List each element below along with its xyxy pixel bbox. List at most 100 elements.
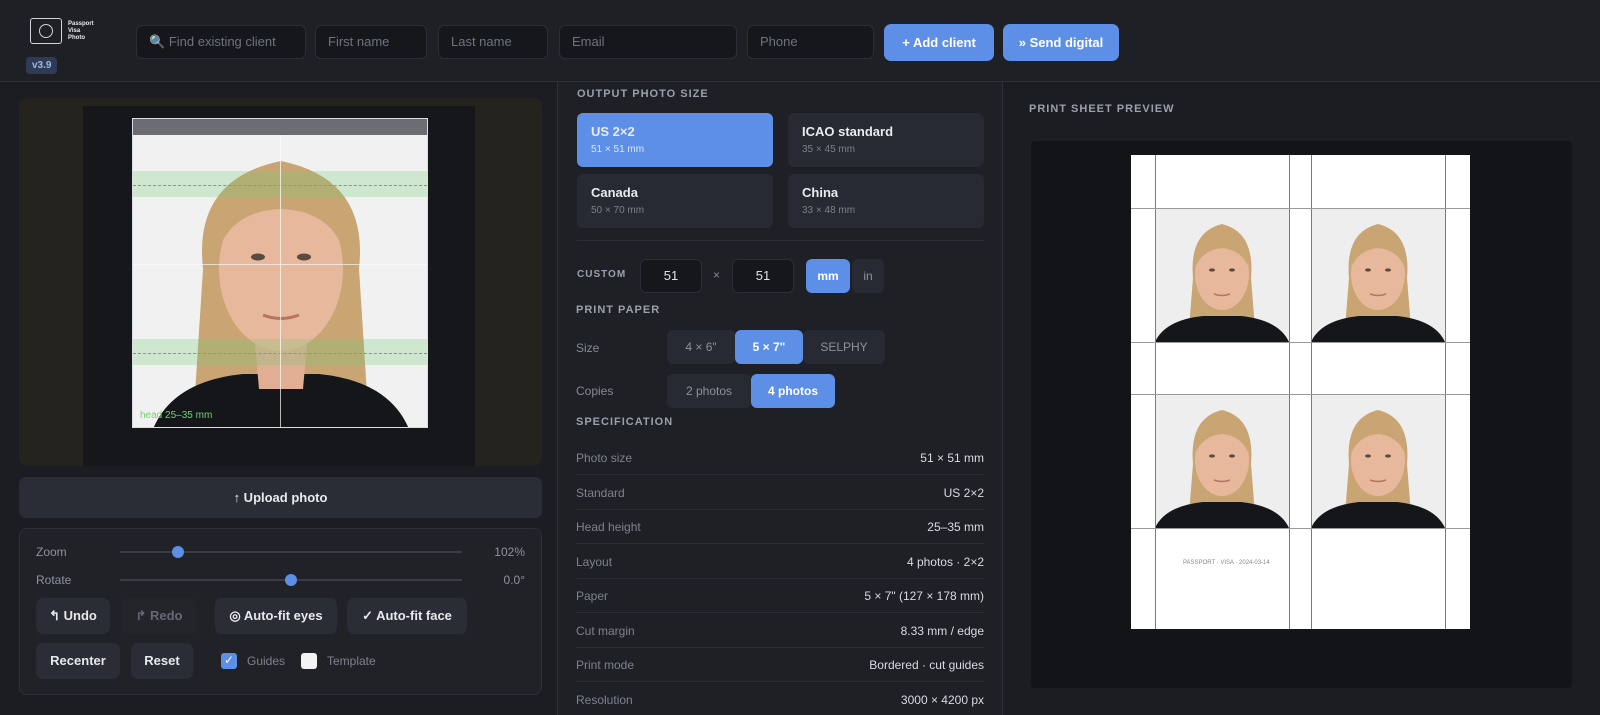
copies-2-photos[interactable]: 2 photos <box>667 374 751 408</box>
size-option-us-2x2[interactable]: US 2×2 51 × 51 mm <box>577 113 773 167</box>
spec-key: Head height <box>576 520 641 534</box>
size-option-china[interactable]: China 33 × 48 mm <box>788 174 984 228</box>
zoom-value: 102% <box>494 545 525 559</box>
zoom-label: Zoom <box>36 545 67 559</box>
spec-key: Layout <box>576 554 613 569</box>
cut-guide <box>1445 155 1446 629</box>
output-size-heading: OUTPUT PHOTO SIZE <box>577 88 709 100</box>
cut-guide <box>1311 155 1312 629</box>
add-client-button[interactable]: + Add client <box>884 24 994 61</box>
spec-row: Paper 5 × 7" (127 × 178 mm) <box>576 579 984 613</box>
unit-mm-toggle[interactable]: mm <box>806 259 850 293</box>
spec-key: Paper <box>576 589 609 603</box>
print-paper-heading: PRINT PAPER <box>576 304 661 316</box>
print-sheet: PASSPORT · VISA · 2024-03-14 <box>1131 155 1470 629</box>
copies-label: Copies <box>576 384 614 398</box>
eye-guide-horizontal <box>133 264 427 265</box>
sheet-photo-1 <box>1155 208 1289 342</box>
editor-controls: Zoom 102% Rotate 0.0° ↰ Undo ↱ Redo ◎ Au… <box>19 528 542 695</box>
guides-checkbox[interactable] <box>221 653 237 669</box>
search-icon: 🔍 <box>149 34 166 49</box>
sheet-photo-4 <box>1311 394 1445 528</box>
spec-row: Resolution 3000 × 4200 px <box>576 683 984 715</box>
rotate-value: 0.0° <box>503 573 525 587</box>
recenter-button[interactable]: Recenter <box>36 643 120 679</box>
center-guide-vertical <box>280 135 281 427</box>
print-preview-heading: PRINT SHEET PREVIEW <box>1029 103 1175 115</box>
auto-fit-eyes-button[interactable]: ◎ Auto-fit eyes <box>215 598 337 634</box>
crop-frame[interactable]: head 25–35 mm <box>132 118 428 428</box>
version-badge: v3.9 <box>26 57 58 74</box>
email-input[interactable]: Email <box>559 25 737 59</box>
spec-key: Print mode <box>576 658 635 672</box>
size-option-canada[interactable]: Canada 50 × 70 mm <box>577 174 773 228</box>
spec-key: Standard <box>576 485 625 500</box>
spec-value: US 2×2 <box>943 485 984 500</box>
spec-value: 8.33 mm / edge <box>900 623 984 638</box>
logo-line-3: Photo <box>68 34 85 41</box>
spec-value: Bordered · cut guides <box>869 658 984 672</box>
cut-guide <box>1131 394 1470 395</box>
rotate-slider[interactable] <box>120 574 462 586</box>
cut-guide <box>1289 155 1290 629</box>
cut-guide <box>1131 342 1470 343</box>
spec-key: Resolution <box>576 692 633 707</box>
auto-fit-face-button[interactable]: ✓ Auto-fit face <box>347 598 467 634</box>
spec-row: Layout 4 photos · 2×2 <box>576 545 984 579</box>
upload-photo-button[interactable]: ↑ Upload photo <box>19 477 542 518</box>
zoom-slider[interactable] <box>120 546 462 558</box>
spec-value: 51 × 51 mm <box>920 451 984 465</box>
cut-guide <box>1131 208 1470 209</box>
app-logo: Passport Visa Photo <box>30 14 110 48</box>
spec-row: Print mode Bordered · cut guides <box>576 648 984 682</box>
paper-size-4x6[interactable]: 4 × 6" <box>667 330 735 364</box>
template-checkbox[interactable] <box>301 653 317 669</box>
divider <box>577 240 985 241</box>
copies-4-photos[interactable]: 4 photos <box>751 374 835 408</box>
cut-guide <box>1131 528 1470 529</box>
rotate-slider-thumb[interactable] <box>285 574 297 586</box>
spec-value: 4 photos · 2×2 <box>906 554 984 569</box>
zoom-slider-thumb[interactable] <box>172 546 185 558</box>
unit-in-toggle[interactable]: in <box>852 259 884 293</box>
top-bar: Passport Visa Photo v3.9 🔍 Find existing… <box>0 0 1600 82</box>
spec-row: Head height 25–35 mm <box>576 510 984 544</box>
redo-button[interactable]: ↱ Redo <box>122 598 196 634</box>
specification-heading: SPECIFICATION <box>576 416 674 428</box>
rotate-label: Rotate <box>36 573 72 587</box>
spec-value: 3000 × 4200 px <box>900 692 984 707</box>
client-search-input[interactable]: 🔍 Find existing client <box>136 25 306 59</box>
camera-logo-icon <box>30 18 62 44</box>
custom-width-input[interactable]: 51 <box>640 259 702 293</box>
send-digital-button[interactable]: » Send digital <box>1003 24 1119 61</box>
custom-times-sign: × <box>713 268 721 282</box>
template-label: Template <box>327 654 376 668</box>
logo-line-2: Visa <box>68 27 81 34</box>
logo-line-1: Passport <box>68 20 94 27</box>
spec-value: 5 × 7" (127 × 178 mm) <box>864 589 984 603</box>
spec-value: 25–35 mm <box>927 520 984 534</box>
cut-guide <box>1155 155 1156 629</box>
size-option-icao[interactable]: ICAO standard 35 × 45 mm <box>788 113 984 167</box>
undo-button[interactable]: ↰ Undo <box>36 598 110 634</box>
spec-row: Standard US 2×2 <box>576 476 984 510</box>
custom-height-input[interactable]: 51 <box>732 259 794 293</box>
sheet-photo-2 <box>1311 208 1445 342</box>
spec-row: Photo size 51 × 51 mm <box>576 441 984 475</box>
paper-size-selphy[interactable]: SELPHY <box>803 330 885 364</box>
sheet-photo-3 <box>1155 394 1289 528</box>
last-name-input[interactable]: Last name <box>438 25 548 59</box>
guides-label: Guides <box>247 654 286 668</box>
client-search-placeholder: Find existing client <box>168 34 276 49</box>
reset-button[interactable]: Reset <box>131 643 193 679</box>
spec-key: Photo size <box>576 451 633 465</box>
first-name-input[interactable]: First name <box>315 25 427 59</box>
phone-input[interactable]: Phone <box>747 25 874 59</box>
custom-label: CUSTOM <box>577 269 627 280</box>
spec-row: Cut margin 8.33 mm / edge <box>576 614 984 648</box>
spec-key: Cut margin <box>576 623 635 638</box>
photo-editor-canvas[interactable]: head 25–35 mm <box>19 98 542 466</box>
head-size-label: head 25–35 mm <box>140 410 213 421</box>
paper-size-5x7[interactable]: 5 × 7" <box>735 330 803 364</box>
paper-size-label: Size <box>576 341 600 355</box>
